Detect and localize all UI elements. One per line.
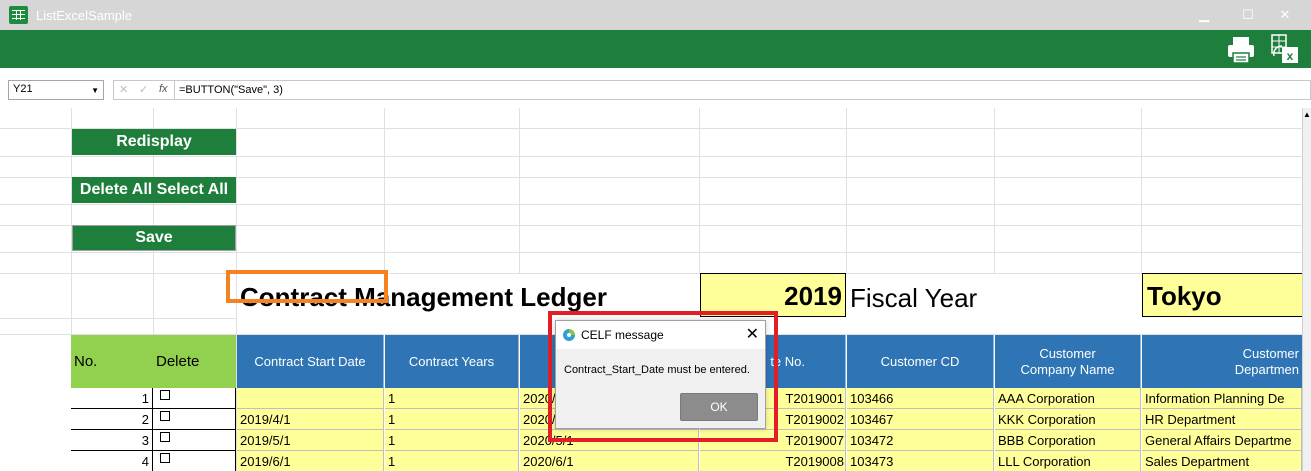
formula-input[interactable]: =BUTTON("Save", 3) bbox=[175, 80, 1311, 100]
city-input[interactable]: Tokyo bbox=[1142, 273, 1311, 317]
dialog-message: Contract_Start_Date must be entered. bbox=[564, 364, 750, 376]
column-header-contract-years: Contract Years bbox=[385, 335, 519, 388]
delete-cell bbox=[153, 409, 236, 430]
delete-checkbox[interactable] bbox=[160, 453, 170, 463]
column-header-customer-company-name: Customer Company Name bbox=[995, 335, 1141, 388]
column-header-no: No. bbox=[71, 335, 153, 388]
print-icon[interactable] bbox=[1226, 36, 1256, 64]
close-icon[interactable]: ✕ bbox=[746, 324, 759, 344]
cancel-icon[interactable]: ✕ bbox=[119, 83, 128, 96]
minimize-button[interactable]: ▁ bbox=[1189, 2, 1219, 28]
formula-controls: ✕ ✓ fx bbox=[113, 80, 175, 100]
delete-cell bbox=[153, 430, 236, 451]
contract-years-cell[interactable]: 1 bbox=[385, 451, 519, 471]
maximize-button[interactable]: ☐ bbox=[1233, 2, 1263, 28]
contract-start-date-cell[interactable]: 2019/5/1 bbox=[237, 430, 384, 451]
ribbon: x bbox=[0, 30, 1311, 68]
contract-years-cell[interactable]: 1 bbox=[385, 430, 519, 451]
name-box[interactable]: Y21 ▼ bbox=[8, 80, 104, 100]
close-window-button[interactable]: ✕ bbox=[1270, 2, 1300, 28]
contract-years-cell[interactable]: 1 bbox=[385, 388, 519, 409]
column-header-customer-department: Customer Departmen bbox=[1142, 335, 1311, 388]
fx-icon[interactable]: fx bbox=[159, 83, 168, 95]
row-no: 4 bbox=[71, 451, 153, 471]
contract-years-cell[interactable]: 1 bbox=[385, 409, 519, 430]
dialog-title: CELF message bbox=[581, 328, 664, 342]
column-header-customer-cd: Customer CD bbox=[847, 335, 994, 388]
row-no: 2 bbox=[71, 409, 153, 430]
company-name-cell[interactable]: BBB Corporation bbox=[995, 430, 1141, 451]
delete-cell bbox=[153, 388, 236, 409]
delete-checkbox[interactable] bbox=[160, 390, 170, 400]
empty-cell-highlight bbox=[226, 270, 388, 303]
column-header-delete: Delete bbox=[153, 335, 236, 388]
contract-start-date-cell[interactable]: 2019/6/1 bbox=[237, 451, 384, 471]
chevron-down-icon[interactable]: ▼ bbox=[91, 86, 99, 95]
column-header-contract-start-date: Contract Start Date bbox=[237, 335, 384, 388]
customer-cd-cell[interactable]: 103466 bbox=[847, 388, 994, 409]
fiscal-year-label: Fiscal Year bbox=[850, 283, 978, 313]
celf-logo-icon bbox=[563, 329, 575, 341]
window-titlebar: ListExcelSample ▁ ☐ ✕ bbox=[0, 0, 1311, 30]
contract-start-date-cell[interactable] bbox=[237, 388, 384, 409]
cell-reference: Y21 bbox=[13, 83, 33, 95]
header-line-2: Company Name bbox=[1020, 361, 1115, 377]
header-line-2: Departmen bbox=[1234, 361, 1299, 377]
department-cell[interactable]: Sales Department bbox=[1142, 451, 1302, 471]
row-no: 3 bbox=[71, 430, 153, 451]
scroll-up-icon[interactable]: ▲ bbox=[1303, 110, 1311, 119]
delete-cell bbox=[153, 451, 236, 471]
contract-start-date-cell[interactable]: 2019/4/1 bbox=[237, 409, 384, 430]
save-button[interactable]: Save bbox=[72, 225, 236, 251]
enter-icon[interactable]: ✓ bbox=[139, 83, 148, 96]
customer-cd-cell[interactable]: 103467 bbox=[847, 409, 994, 430]
department-cell[interactable]: HR Department bbox=[1142, 409, 1302, 430]
excel-close-icon[interactable]: x bbox=[1268, 34, 1300, 64]
formula-bar: Y21 ▼ ✕ ✓ fx =BUTTON("Save", 3) bbox=[0, 68, 1311, 108]
delete-checkbox[interactable] bbox=[160, 411, 170, 421]
customer-cd-cell[interactable]: 103473 bbox=[847, 451, 994, 471]
redisplay-button[interactable]: Redisplay bbox=[72, 129, 236, 155]
dialog-titlebar: CELF message ✕ bbox=[556, 321, 765, 349]
header-line-1: Customer bbox=[1242, 345, 1299, 361]
delete-checkbox[interactable] bbox=[160, 432, 170, 442]
svg-text:x: x bbox=[1287, 49, 1294, 63]
company-name-cell[interactable]: LLL Corporation bbox=[995, 451, 1141, 471]
header-line-1: Customer bbox=[1039, 345, 1096, 361]
customer-cd-cell[interactable]: 103472 bbox=[847, 430, 994, 451]
department-cell[interactable]: Information Planning De bbox=[1142, 388, 1302, 409]
contract-end-date-cell[interactable]: 2020/6/1 bbox=[520, 451, 699, 471]
delete-all-select-all-button[interactable]: Delete All Select All bbox=[72, 177, 236, 203]
company-name-cell[interactable]: AAA Corporation bbox=[995, 388, 1141, 409]
contract-no-cell[interactable]: T2019008 bbox=[700, 451, 846, 471]
window-title: ListExcelSample bbox=[36, 8, 133, 23]
row-no: 1 bbox=[71, 388, 153, 409]
spreadsheet-app-icon bbox=[9, 6, 28, 24]
department-cell[interactable]: General Affairs Departme bbox=[1142, 430, 1302, 451]
ok-button[interactable]: OK bbox=[680, 393, 758, 421]
company-name-cell[interactable]: KKK Corporation bbox=[995, 409, 1141, 430]
vertical-scrollbar[interactable]: ▲ bbox=[1302, 108, 1311, 471]
message-dialog: CELF message ✕ Contract_Start_Date must … bbox=[555, 320, 766, 429]
